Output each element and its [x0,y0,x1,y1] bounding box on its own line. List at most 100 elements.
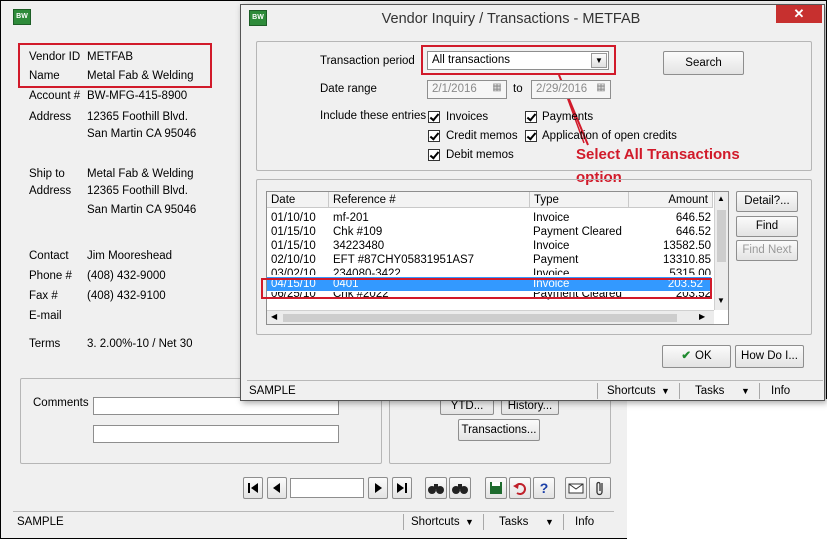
ship-address-label: Address [29,185,72,197]
transactions-table[interactable]: Date Reference # Type Amount 01/10/10 mf-… [266,191,729,325]
cell-date: 03/02/10 [271,268,316,275]
ship-name-value[interactable]: Metal Fab & Welding [87,168,194,180]
close-button[interactable]: ✕ [776,5,822,23]
fax-value[interactable]: (408) 432-9100 [87,290,166,302]
next-record-icon [375,483,382,493]
email-button[interactable] [565,477,587,499]
chevron-right-icon[interactable]: ▶ [699,312,705,321]
outer-info-menu[interactable]: Info [575,514,594,530]
outer-tasks-menu[interactable]: Tasks [499,514,528,530]
date-to-label: to [513,83,523,95]
status-separator [679,383,680,399]
table-row[interactable]: 03/02/10 234080-3422 Invoice 5315.00 [267,267,715,275]
calendar-icon[interactable]: ▦ [593,82,609,97]
lookup-filter-button[interactable] [449,477,471,499]
account-value[interactable]: BW-MFG-415-8900 [87,90,187,102]
dialog-title: Vendor Inquiry / Transactions - METFAB [381,11,641,27]
chevron-left-icon[interactable]: ◀ [271,312,277,321]
email-label: E-mail [29,310,62,322]
address-line1[interactable]: 12365 Foothill Blvd. [87,111,188,123]
how-do-i-button[interactable]: How Do I... [735,345,804,368]
table-row[interactable]: 01/10/10 mf-201 Invoice 646.52 [267,211,715,225]
cell-amount: 13310.85 [663,254,711,266]
calendar-icon[interactable]: ▦ [489,82,505,97]
chevron-up-icon[interactable]: ▲ [717,194,725,203]
chevron-down-icon: ▼ [741,386,750,396]
ship-address-line2[interactable]: San Martin CA 95046 [87,204,196,216]
outer-shortcuts-menu[interactable]: Shortcuts [411,514,460,530]
lookup-button[interactable] [425,477,447,499]
transaction-period-label: Transaction period [320,55,415,67]
cell-type: Payment [533,254,579,266]
cell-type: Payment Cleared [533,226,622,238]
find-button[interactable]: Find [736,216,798,237]
annotation-text-line1: Select All Transactions [576,146,740,163]
scrollbar-thumb[interactable] [717,210,726,262]
cell-reference: mf-201 [333,212,369,224]
status-separator [759,383,760,399]
contact-label: Contact [29,250,69,262]
vendor-id-value[interactable]: METFAB [87,51,133,63]
status-separator [483,514,484,530]
cell-date: 02/10/10 [271,254,316,266]
dialog-status-company: SAMPLE [249,385,296,397]
invoices-checkbox[interactable] [428,111,440,123]
attachment-button[interactable] [589,477,611,499]
help-button[interactable]: ? [533,477,555,499]
column-header-date[interactable]: Date [267,192,329,208]
dialog-tasks-menu[interactable]: Tasks [695,383,724,399]
chevron-down-icon[interactable]: ▼ [717,296,725,305]
credit-memos-checkbox[interactable] [428,130,440,142]
vertical-scrollbar[interactable]: ▲ ▼ [714,192,728,310]
payments-label: Payments [542,111,594,123]
search-button[interactable]: Search [663,51,744,75]
phone-value[interactable]: (408) 432-9000 [87,270,166,282]
credit-memos-label: Credit memos [446,130,518,142]
chevron-down-icon: ▼ [661,386,670,396]
date-from-input[interactable]: 2/1/2016 ▦ [427,80,507,99]
column-header-reference[interactable]: Reference # [329,192,530,208]
dialog-title-bar: BW Vendor Inquiry / Transactions - METFA… [241,5,824,33]
table-row[interactable]: 02/10/10 EFT #87CHY05831951AS7 Payment 1331… [267,253,715,267]
name-value[interactable]: Metal Fab & Welding [87,70,194,82]
transactions-button[interactable]: Transactions... [458,419,540,441]
next-record-button[interactable] [368,477,388,499]
dialog-shortcuts-menu[interactable]: Shortcuts [607,383,656,399]
comments-line2-input[interactable] [93,425,339,443]
undo-icon [513,483,526,495]
cell-type: Invoice [533,212,570,224]
contact-value[interactable]: Jim Mooreshead [87,250,172,262]
column-header-amount[interactable]: Amount [629,192,713,208]
debit-memos-checkbox[interactable] [428,149,440,161]
column-header-type[interactable]: Type [530,192,629,208]
terms-value[interactable]: 3. 2.00%-10 / Net 30 [87,338,192,350]
address-line2[interactable]: San Martin CA 95046 [87,128,196,140]
horizontal-scrollbar[interactable]: ◀ ▶ [267,310,714,324]
cell-type: Invoice [533,240,570,252]
find-next-button[interactable]: Find Next [736,240,798,261]
previous-record-button[interactable] [267,477,287,499]
status-separator [563,514,564,530]
record-search-input[interactable] [290,478,364,498]
debit-memos-label: Debit memos [446,149,514,161]
detail-button[interactable]: Detail?... [736,191,798,212]
undo-button[interactable] [509,477,531,499]
table-row[interactable]: 01/15/10 Chk #109 Payment Cleared 646.52 [267,225,715,239]
first-record-button[interactable] [243,477,263,499]
cell-date: 01/15/10 [271,226,316,238]
ok-button[interactable]: ✔ OK [662,345,731,368]
cell-amount: 13582.50 [663,240,711,252]
desktop-background [627,399,827,539]
scrollbar-thumb[interactable] [283,314,677,322]
payments-checkbox[interactable] [525,111,537,123]
cell-reference: 234080-3422 [333,268,401,275]
ship-to-label: Ship to [29,168,65,180]
date-to-input[interactable]: 2/29/2016 ▦ [531,80,611,99]
vendor-transactions-dialog: BW Vendor Inquiry / Transactions - METFA… [240,4,825,401]
ship-address-line1[interactable]: 12365 Foothill Blvd. [87,185,188,197]
last-record-button[interactable] [392,477,412,499]
save-button[interactable] [485,477,507,499]
dialog-info-menu[interactable]: Info [771,383,790,399]
application-credits-checkbox[interactable] [525,130,537,142]
table-row[interactable]: 01/15/10 34223480 Invoice 13582.50 [267,239,715,253]
